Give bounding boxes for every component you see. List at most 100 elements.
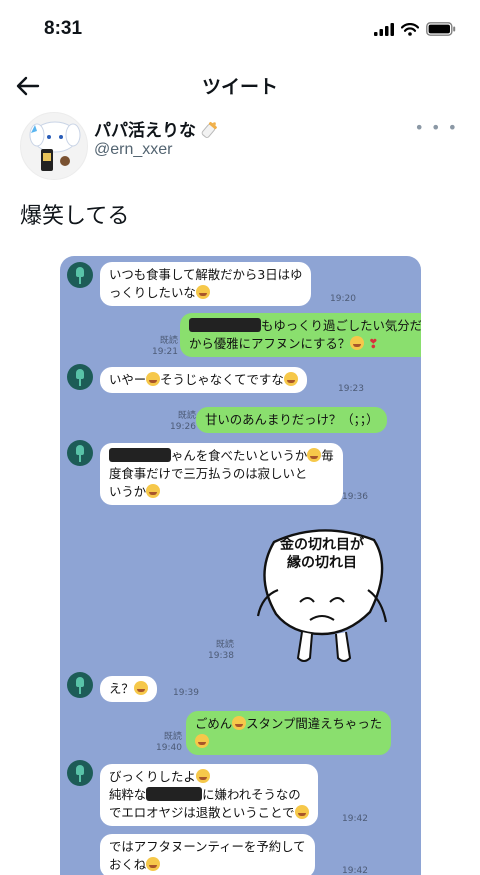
read-label: 既読 [159, 336, 178, 346]
sticker-line: 金の切れ目が [280, 537, 364, 553]
bubble-line: おくね [109, 856, 306, 874]
battery-icon [426, 22, 456, 36]
chat-bubble-incoming: ではアフタヌーンティーを予約して おくね [100, 834, 315, 875]
bubble-text: ゃんを食べたいというか [171, 448, 308, 463]
avatar-image [29, 121, 81, 171]
chat-bubble-outgoing: もゆっくり過ごしたい気分だ から優雅にアフヌンにする？ ❣ [180, 313, 421, 357]
sweat-smile-emoji-icon [146, 484, 161, 498]
bubble-text: いやー [109, 372, 147, 387]
chat-bubble-incoming: いつも食事して解散だから3日はゆ っくりしたいな [100, 262, 312, 306]
bubble-text: いうか [109, 484, 147, 499]
bubble-line: ごめん スタンプ間違えちゃった [195, 715, 382, 733]
chat-avatar [67, 672, 93, 698]
chat-bubble-incoming: え？ [100, 676, 157, 702]
message-time: 19:23 [338, 384, 364, 394]
tweet-image[interactable]: いつも食事して解散だから3日はゆ っくりしたいな 19:20 既読 19:21 … [60, 256, 421, 875]
bubble-text: もゆっくり過ごしたい気分だ [261, 318, 421, 333]
message-time: 19:38 [208, 651, 234, 661]
sweat-smile-emoji-icon [133, 681, 148, 695]
tweet-text: 爆笑してる [20, 204, 130, 229]
status-icons [374, 22, 456, 36]
message-time: 19:26 [170, 422, 196, 432]
bubble-text: に嫌われそうなの [202, 787, 301, 802]
bubble-text: ごめん [195, 716, 233, 731]
chat-avatar [67, 440, 93, 466]
author-handle[interactable]: @ern_xxer [94, 141, 173, 159]
bubble-text: え？ [109, 681, 134, 696]
read-receipt: 既読 19:21 [152, 336, 178, 358]
bubble-line: いうか [109, 483, 334, 501]
more-options-icon[interactable]: • • • [415, 118, 458, 137]
sweat-smile-emoji-icon [283, 372, 298, 386]
message-time: 19:39 [173, 688, 199, 698]
crying-emoji-icon [232, 716, 247, 730]
heart-icon: ❣ [368, 336, 379, 351]
status-time: 8:31 [44, 18, 83, 39]
sweat-smile-emoji-icon [146, 857, 161, 871]
bubble-text: そうじゃなくてですな [160, 372, 284, 387]
bubble-line: ゃんを食べたいというか毎 [109, 447, 334, 465]
page-title: ツイート [201, 76, 278, 98]
sticker-line: 縁の切れ目 [287, 555, 357, 571]
chat-avatar [67, 760, 93, 786]
baby-bottle-icon [201, 121, 217, 138]
sweat-smile-emoji-icon [294, 805, 309, 819]
redaction-bar [189, 318, 261, 332]
sticker-image: 金の切れ目が 縁の切れ目 [252, 524, 392, 666]
bubble-line: いつも食事して解散だから3日はゆ [109, 267, 303, 282]
bubble-text: 甘いのあんまりだっけ？（；；） [205, 412, 379, 427]
read-receipt: 既読 19:40 [156, 732, 182, 754]
crying-emoji-icon [195, 734, 209, 748]
read-label: 既読 [215, 640, 234, 650]
bubble-line: でエロオヤジは退散ということで [109, 804, 309, 822]
author-name-text: パパ活えりな [94, 121, 196, 141]
message-time: 19:21 [152, 347, 178, 357]
sweat-smile-emoji-icon [146, 372, 161, 386]
message-time: 19:36 [342, 492, 368, 502]
chat-bubble-outgoing: ごめん スタンプ間違えちゃった [186, 711, 392, 755]
status-bar: 8:31 [0, 0, 480, 62]
bubble-line: 純粋な に嫌われそうなの [109, 786, 309, 804]
bubble-line: から優雅にアフヌンにする？ ❣ [189, 335, 421, 353]
bubble-line: びっくりしたよ [109, 768, 309, 786]
read-receipt: 既読 19:26 [170, 411, 196, 433]
message-time: 19:40 [156, 743, 182, 753]
read-label: 既読 [163, 732, 182, 742]
read-receipt: 既読 19:38 [208, 640, 234, 662]
bubble-text: 毎 [321, 448, 334, 463]
bubble-line: 度食事だけで三万払うのは寂しいと [109, 466, 308, 481]
message-time: 19:42 [342, 866, 368, 875]
bubble-text: びっくりしたよ [109, 769, 196, 784]
chat-bubble-incoming: ゃんを食べたいというか毎 度食事だけで三万払うのは寂しいと いうか [100, 443, 343, 505]
bubble-text: でエロオヤジは退散ということで [109, 805, 295, 820]
bubble-text: スタンプ間違えちゃった [246, 716, 383, 731]
kiss-emoji-icon [195, 285, 210, 299]
author-name[interactable]: パパ活えりな [94, 116, 221, 141]
chat-bubble-outgoing: 甘いのあんまりだっけ？（；；） [196, 407, 388, 433]
chat-avatar [67, 262, 93, 288]
sweat-smile-emoji-icon [307, 448, 322, 462]
bubble-line: ではアフタヌーンティーを予約して [109, 839, 306, 854]
message-time: 19:42 [342, 814, 368, 824]
sticker-text: 金の切れ目が 縁の切れ目 [262, 536, 382, 572]
read-label: 既読 [177, 411, 196, 421]
redaction-bar [109, 448, 171, 462]
nav-bar: ツイート [0, 62, 480, 108]
pleading-emoji-icon [350, 336, 365, 350]
bubble-line [195, 733, 382, 751]
bubble-line: もゆっくり過ごしたい気分だ [189, 317, 421, 335]
chat-avatar [67, 364, 93, 390]
bubble-text: っくりしたいな [109, 285, 196, 300]
redaction-bar [146, 787, 203, 801]
wifi-icon [401, 22, 419, 36]
message-time: 19:20 [330, 294, 356, 304]
avatar[interactable] [20, 112, 88, 180]
bubble-line: っくりしたいな [109, 284, 302, 302]
sweat-smile-emoji-icon [195, 769, 210, 783]
bubble-text: 純粋な [109, 787, 147, 802]
chat-bubble-incoming: いやー そうじゃなくてですな [100, 367, 307, 393]
chat-bubble-incoming: びっくりしたよ 純粋な に嫌われそうなの でエロオヤジは退散ということで [100, 764, 318, 826]
signal-icon [374, 22, 394, 36]
bubble-text: から優雅にアフヌンにする？ [189, 336, 351, 351]
bubble-text: おくね [109, 857, 147, 872]
